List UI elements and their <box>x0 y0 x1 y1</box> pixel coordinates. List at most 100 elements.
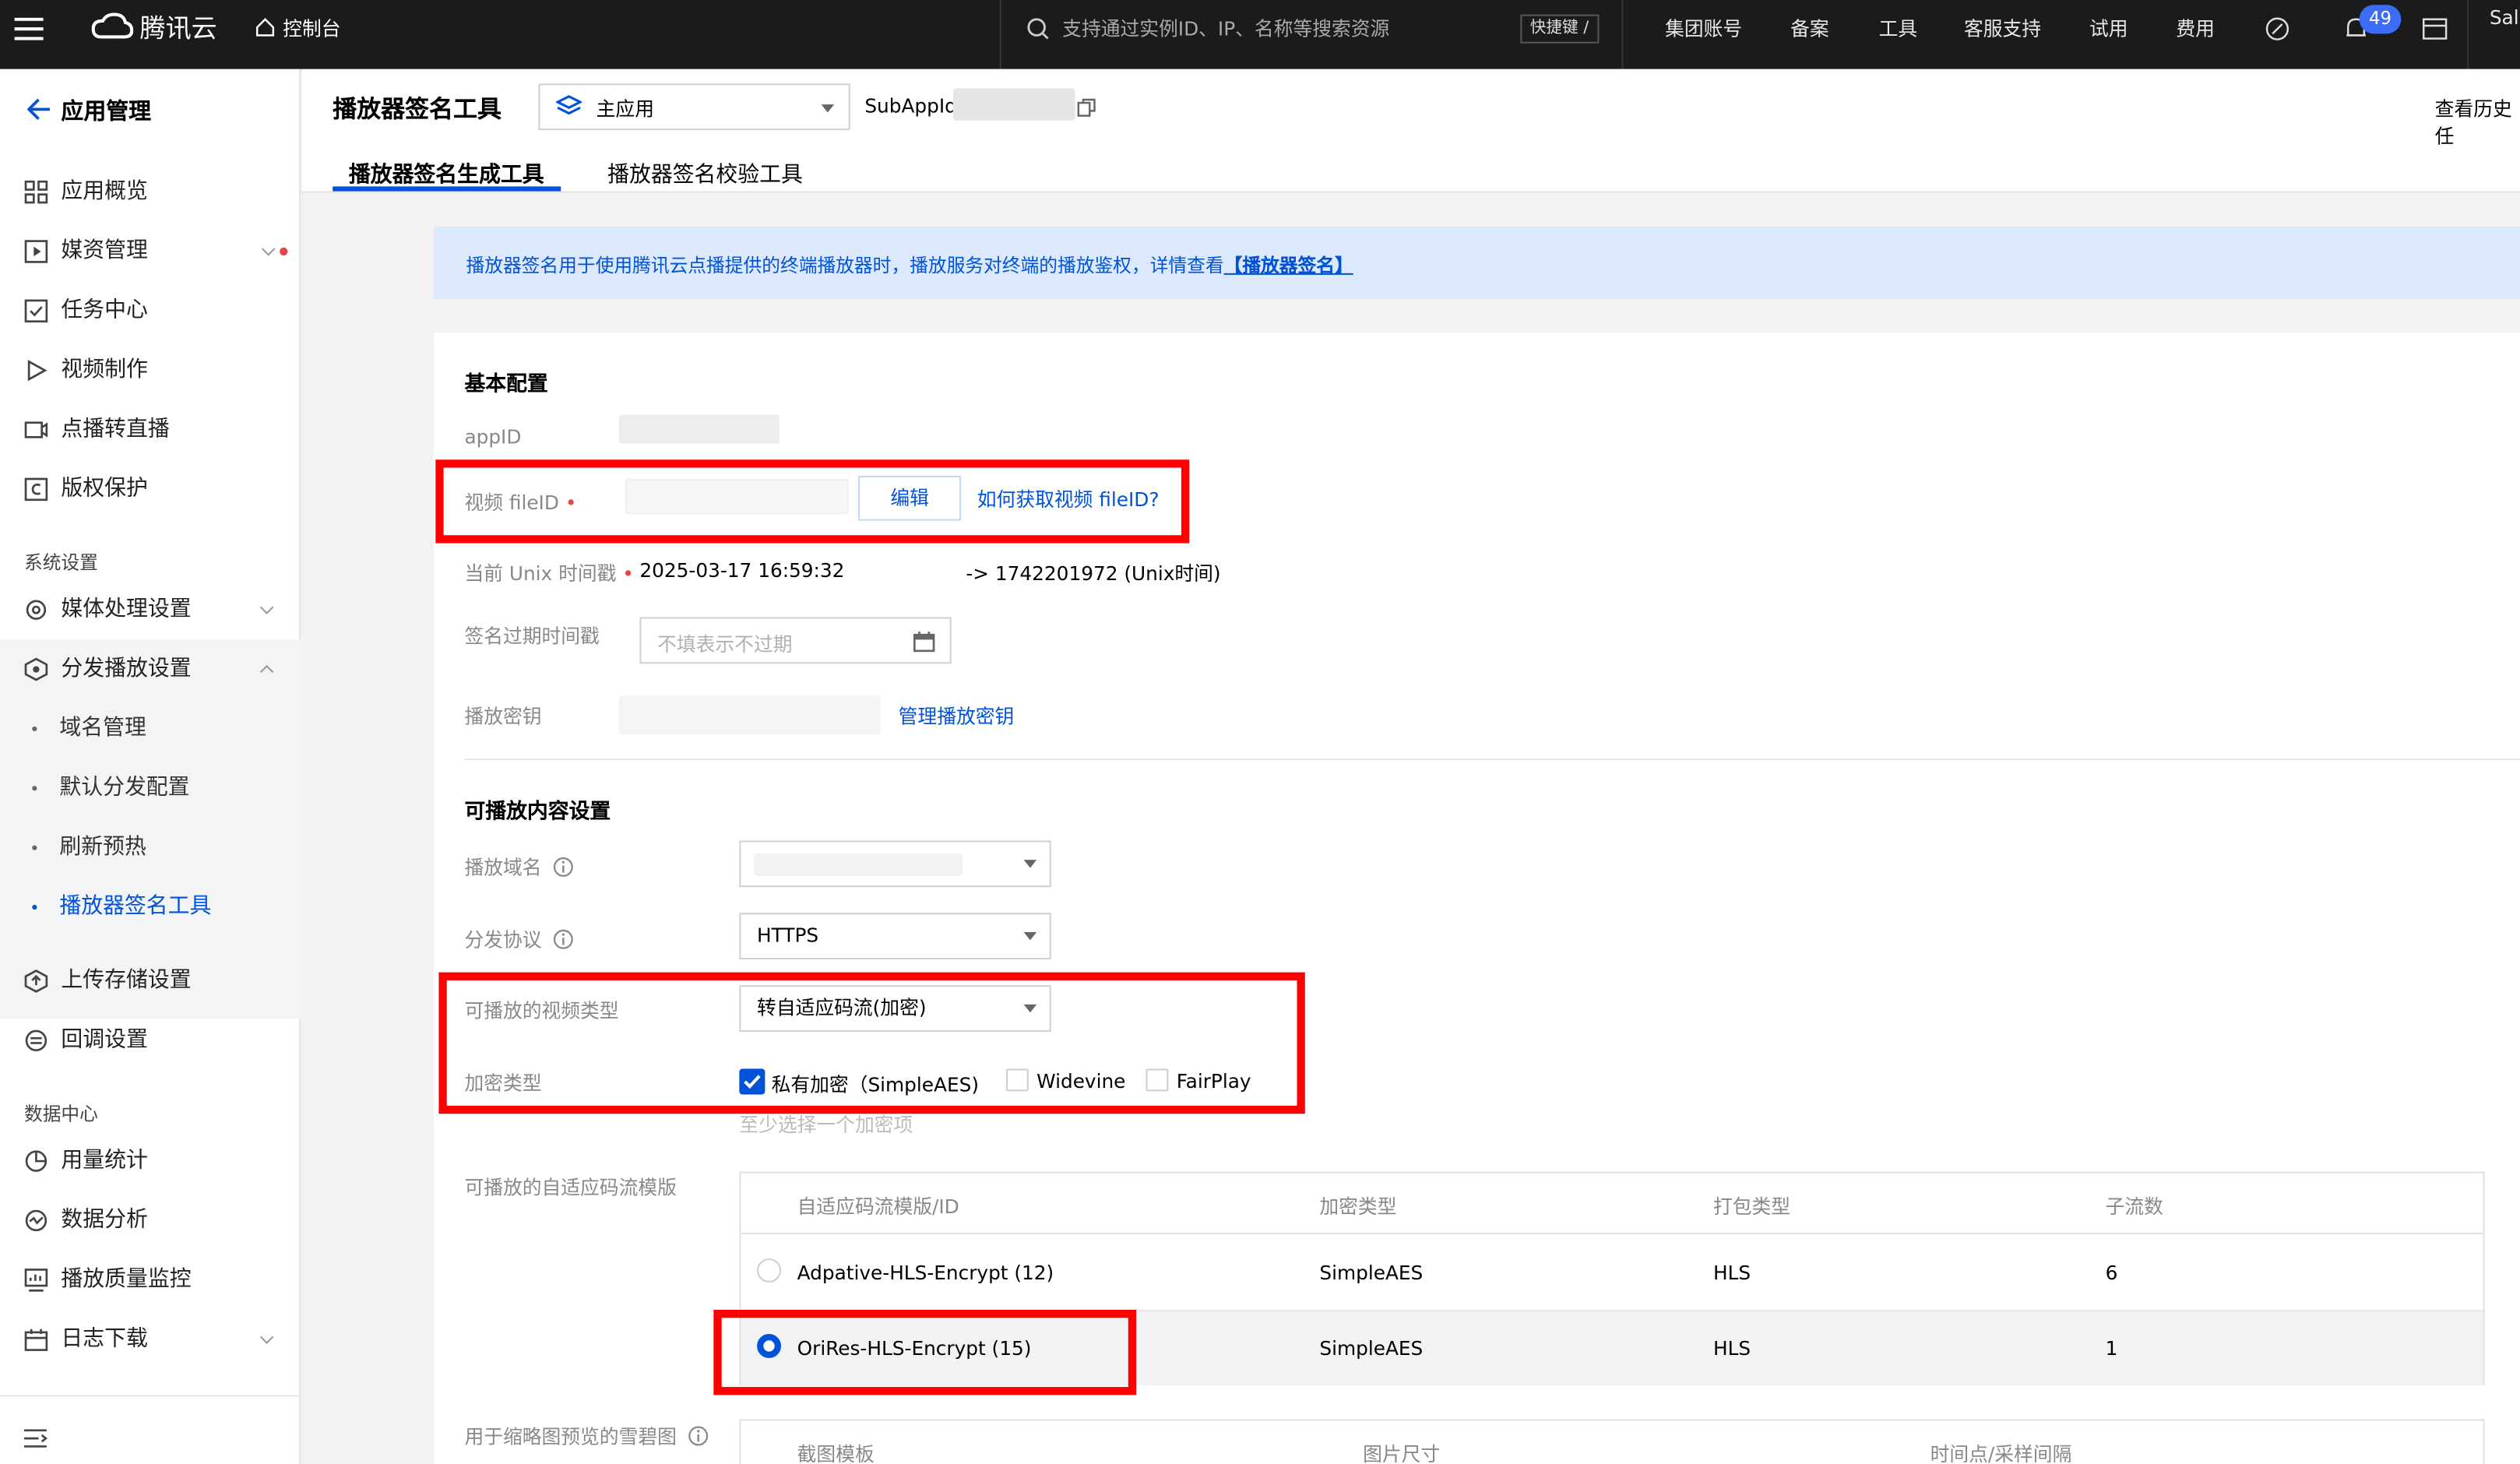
brand-name[interactable]: 腾讯云 <box>140 0 217 69</box>
sidebar-item-label: 版权保护 <box>61 475 148 501</box>
table-row-name: Adpative-HLS-Encrypt (12) <box>797 1262 1054 1284</box>
live-icon <box>24 421 48 438</box>
sidebar-group-data: 数据中心 <box>23 1102 98 1125</box>
manage-key-link[interactable]: 管理播放密钥 <box>899 702 1015 730</box>
info-notice: 播放器签名用于使用腾讯云点播提供的终端播放器时，播放服务对终端的播放鉴权，详情查… <box>434 226 2520 299</box>
media-icon <box>24 240 48 263</box>
sidebar-item-copyright[interactable]: 版权保护 <box>0 459 301 519</box>
highlight-box-encryption <box>438 972 1305 1114</box>
notice-link[interactable]: 【播放器签名】 <box>1224 254 1353 276</box>
chevron-down-icon <box>259 600 274 614</box>
sidebar-item-label: 用量统计 <box>61 1147 148 1174</box>
sidebar-subitem-player-signature[interactable]: 播放器签名工具 <box>0 878 301 937</box>
task-icon <box>24 299 48 323</box>
protocol-label-text: 分发协议 <box>464 928 542 952</box>
sidebar-item-upload[interactable]: 上传存储设置 <box>0 952 301 1011</box>
back-arrow-icon[interactable] <box>27 98 51 121</box>
domain-select[interactable] <box>739 840 1051 888</box>
search-box[interactable]: 支持通过实例ID、IP、名称等搜索资源 快捷键 / <box>999 0 1624 69</box>
info-icon[interactable] <box>688 1426 709 1447</box>
unix-label: 当前 Unix 时间戳 • <box>464 562 634 586</box>
sidebar-item-label: 回调设置 <box>61 1026 148 1053</box>
sidebar-subitem-default-distribution[interactable]: 默认分发配置 <box>0 758 301 818</box>
callback-icon <box>25 1029 48 1052</box>
sidebar-subitem-refresh[interactable]: 刷新预热 <box>0 818 301 877</box>
menu-support[interactable]: 客服支持 <box>1964 0 2041 69</box>
chevron-down-icon <box>1023 860 1037 868</box>
tab-signature-verify[interactable]: 播放器签名校验工具 <box>607 156 803 188</box>
chevron-down-icon <box>821 104 835 113</box>
play-icon <box>27 360 48 382</box>
history-link[interactable]: 查看历史任 <box>2435 95 2520 150</box>
domain-label: 播放域名 <box>464 853 573 881</box>
app-select[interactable]: 主应用 <box>538 83 850 131</box>
sidebar-item-analysis[interactable]: 数据分析 <box>0 1191 301 1250</box>
template-label: 可播放的自适应码流模版 <box>464 1176 677 1199</box>
protocol-select[interactable]: HTTPS <box>739 913 1051 960</box>
unix-datetime: 2025-03-17 16:59:32 <box>639 559 845 582</box>
expire-input[interactable]: 不填表示不过期 <box>639 617 952 664</box>
console-link[interactable]: 控制台 <box>283 0 340 69</box>
highlight-box-template <box>713 1309 1137 1395</box>
info-icon[interactable] <box>553 857 574 878</box>
subappid-label: SubAppId: <box>864 94 964 118</box>
sidebar-item-distribution[interactable]: 分发播放设置 <box>0 639 301 699</box>
key-label: 播放密钥 <box>464 706 542 728</box>
sidebar-item-usage[interactable]: 用量统计 <box>0 1131 301 1191</box>
collapse-sidebar-icon[interactable] <box>23 1429 48 1448</box>
search-icon <box>1027 18 1049 40</box>
table-row-pack: HLS <box>1713 1337 1751 1360</box>
page-header: 播放器签名工具 主应用 SubAppId: 查看历史任 播放器签名生成工具 播放… <box>301 69 2520 193</box>
calendar-icon[interactable] <box>913 630 935 653</box>
monitor-icon <box>24 1269 48 1292</box>
menu-tools[interactable]: 工具 <box>1879 0 1918 69</box>
table-row-count: 6 <box>2105 1262 2118 1284</box>
sidebar-item-media-settings[interactable]: 媒体处理设置 <box>0 580 301 639</box>
menu-billing[interactable]: 费用 <box>2176 0 2215 69</box>
top-bar: 腾讯云 控制台 支持通过实例ID、IP、名称等搜索资源 快捷键 / 集团账号 备… <box>0 0 2520 69</box>
info-icon[interactable] <box>553 929 574 950</box>
media-settings-icon <box>26 600 47 620</box>
sidebar-item-label: 任务中心 <box>61 297 148 323</box>
compass-icon[interactable] <box>2265 16 2290 42</box>
chevron-up-icon <box>259 664 274 679</box>
sidebar-item-label: 点播转直播 <box>61 416 170 442</box>
sidebar-item-quality-monitor[interactable]: 播放质量监控 <box>0 1251 301 1310</box>
distribution-icon <box>24 657 48 681</box>
sidebar-back-label[interactable]: 应用管理 <box>61 95 151 127</box>
sidebar-item-label: 媒体处理设置 <box>61 596 192 622</box>
sidebar-item-vod-to-live[interactable]: 点播转直播 <box>0 400 301 459</box>
menu-icon[interactable] <box>14 17 44 40</box>
protocol-label: 分发协议 <box>464 926 573 953</box>
menu-group-account[interactable]: 集团账号 <box>1665 0 1742 69</box>
unix-timestamp: -> 1742201972 (Unix时间) <box>966 562 1221 586</box>
menu-trial[interactable]: 试用 <box>2089 0 2128 69</box>
calendar-icon <box>24 1329 48 1351</box>
sprite-table <box>739 1419 2485 1464</box>
tab-signature-generate[interactable]: 播放器签名生成工具 <box>349 156 544 188</box>
sidebar-item-media[interactable]: 媒资管理 <box>0 222 301 281</box>
user-menu[interactable]: Sal <box>2490 0 2519 69</box>
copy-icon[interactable] <box>1077 98 1096 118</box>
table-header-count: 子流数 <box>2105 1195 2163 1219</box>
sidebar-item-label: 应用概览 <box>61 178 148 205</box>
sidebar-item-callback[interactable]: 回调设置 <box>0 1011 301 1070</box>
subappid-value-redacted <box>952 88 1075 121</box>
menu-filing[interactable]: 备案 <box>1790 0 1829 69</box>
table-row-enc: SimpleAES <box>1319 1262 1424 1284</box>
table-row-count: 1 <box>2105 1337 2118 1360</box>
active-tab-indicator <box>333 186 561 192</box>
table-header-encrypt: 加密类型 <box>1319 1195 1397 1219</box>
page-title: 播放器签名工具 <box>333 94 502 124</box>
sidebar-item-log-download[interactable]: 日志下载 <box>0 1310 301 1369</box>
expire-label: 签名过期时间戳 <box>464 625 600 648</box>
layers-icon <box>556 95 582 115</box>
shortcut-badge: 快捷键 / <box>1520 14 1599 44</box>
sidebar-item-overview[interactable]: 应用概览 <box>0 162 301 221</box>
sidebar-subitem-domain[interactable]: 域名管理 <box>0 699 301 758</box>
sidebar-item-video-production[interactable]: 视频制作 <box>0 341 301 400</box>
sidebar-subitem-label: 默认分发配置 <box>59 774 190 801</box>
sidebar-item-tasks[interactable]: 任务中心 <box>0 281 301 340</box>
radio-template-12[interactable] <box>757 1258 782 1283</box>
cart-icon[interactable] <box>2422 18 2448 40</box>
